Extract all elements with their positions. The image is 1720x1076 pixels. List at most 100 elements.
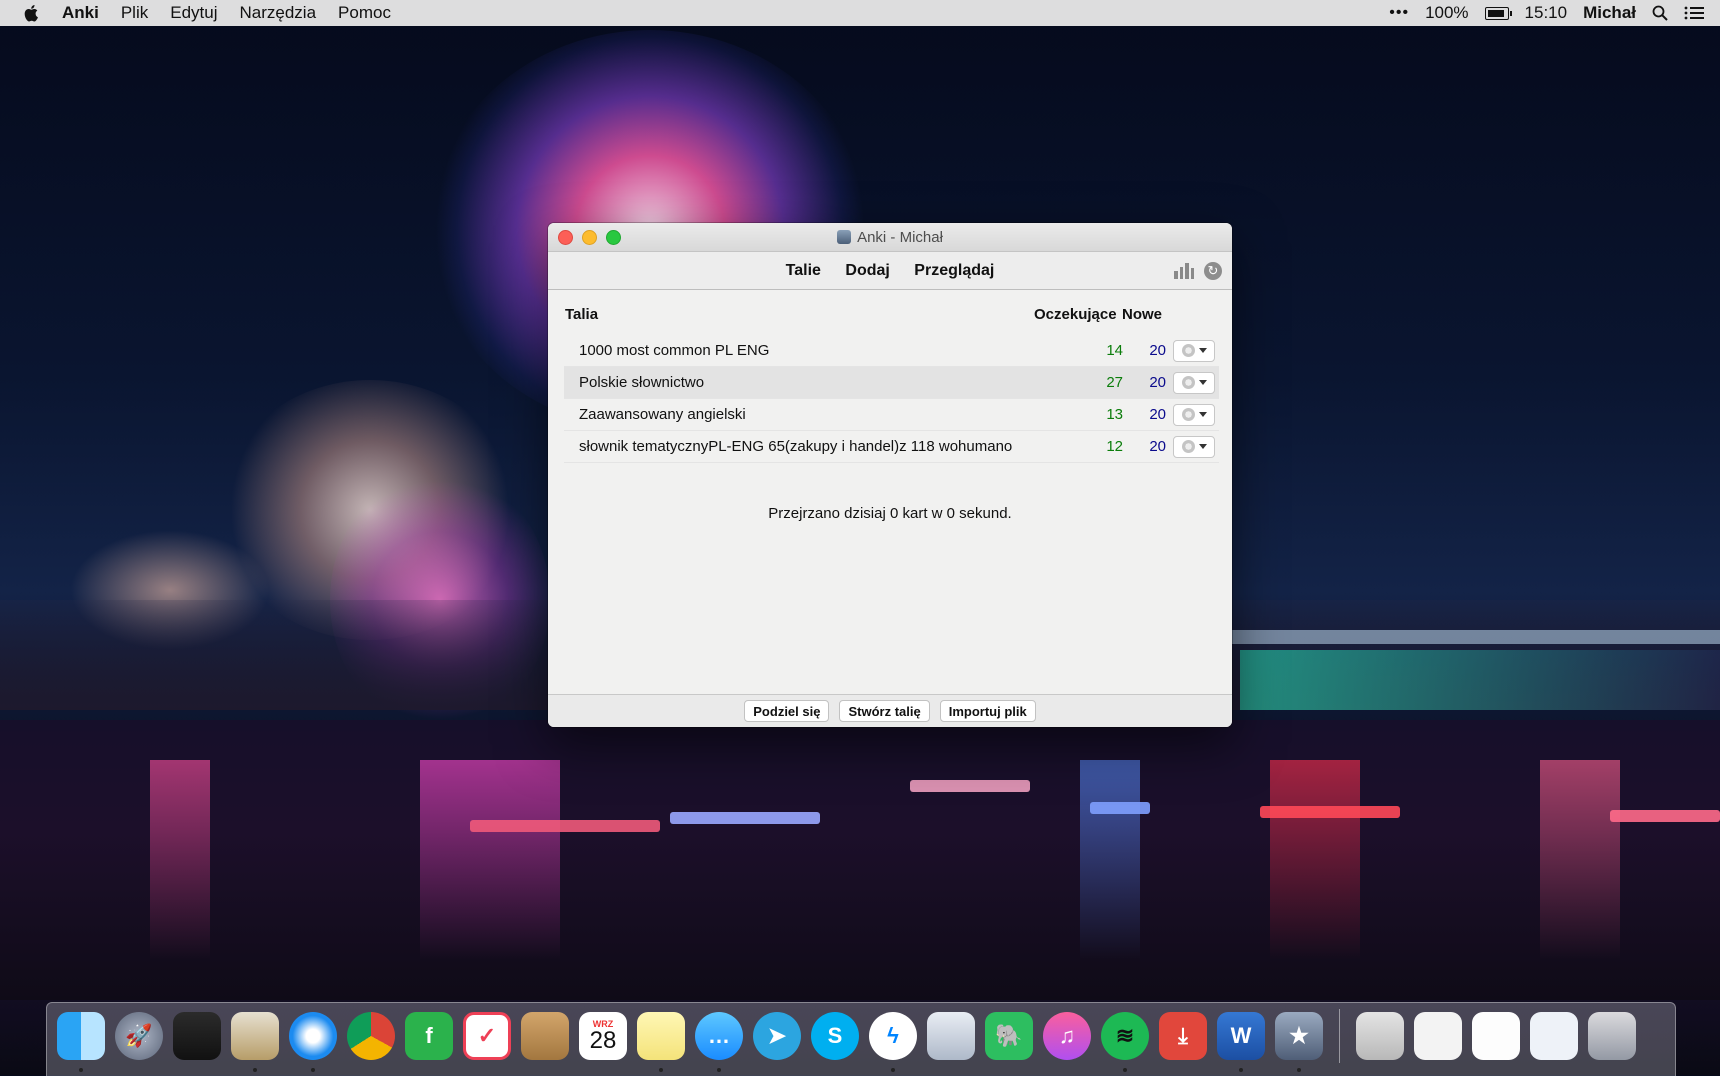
file-icon[interactable] <box>1472 1012 1520 1060</box>
messages-icon[interactable]: … <box>695 1012 743 1072</box>
create-deck-button[interactable]: Stwórz talię <box>839 700 930 722</box>
column-header-due: Oczekujące <box>1034 306 1117 323</box>
boat <box>470 820 660 832</box>
documents-folder-icon[interactable] <box>1356 1012 1404 1060</box>
water-reflection <box>420 760 560 960</box>
water-reflection <box>1270 760 1360 960</box>
feedly-icon[interactable]: f <box>405 1012 453 1060</box>
running-indicator <box>891 1068 895 1072</box>
document-icon[interactable] <box>1530 1012 1578 1060</box>
deck-name[interactable]: Zaawansowany angielski <box>579 406 746 423</box>
menu-file[interactable]: Plik <box>121 3 148 23</box>
chevron-down-icon <box>1198 412 1207 417</box>
boat <box>670 812 820 824</box>
deck-options-button[interactable] <box>1173 435 1215 458</box>
boat <box>1260 806 1400 818</box>
water-reflection <box>1540 760 1620 960</box>
launchpad-icon[interactable]: 🚀 <box>115 1012 163 1060</box>
pdf-icon[interactable]: ⤓ <box>1159 1012 1207 1060</box>
window-title: Anki - Michał <box>548 229 1232 246</box>
clock[interactable]: 15:10 <box>1525 3 1568 23</box>
deck-options-button[interactable] <box>1173 403 1215 426</box>
deck-row[interactable]: słownik tematycznyPL-ENG 65(zakupy i han… <box>564 431 1219 463</box>
battery-icon[interactable] <box>1484 6 1512 20</box>
battery-fill <box>1487 9 1504 17</box>
chevron-down-icon <box>1198 348 1207 353</box>
notes-icon[interactable] <box>637 1012 685 1072</box>
running-indicator <box>79 1068 83 1072</box>
calendar-icon[interactable]: WRZ 28 <box>579 1012 627 1060</box>
safari-icon[interactable] <box>289 1012 337 1072</box>
running-indicator <box>311 1068 315 1072</box>
deck-name[interactable]: 1000 most common PL ENG <box>579 342 769 359</box>
running-indicator <box>253 1068 257 1072</box>
evernote-icon[interactable]: 🐘 <box>985 1012 1033 1060</box>
pocket-icon[interactable]: ✓ <box>463 1012 511 1060</box>
menu-edit[interactable]: Edytuj <box>170 3 217 23</box>
boat <box>910 780 1030 792</box>
boat <box>1090 802 1150 814</box>
column-header-new: Nowe <box>1122 306 1163 323</box>
deck-name[interactable]: Polskie słownictwo <box>579 374 704 391</box>
anki-icon[interactable]: ★ <box>1275 1012 1323 1072</box>
bottom-bar: Podziel się Stwórz talię Importuj plik <box>548 694 1232 727</box>
spotify-icon[interactable]: ≋ <box>1101 1012 1149 1072</box>
dock-separator <box>1339 1009 1340 1063</box>
gear-icon <box>1181 376 1195 389</box>
telegram-icon[interactable]: ➤ <box>753 1012 801 1060</box>
notification-center-icon[interactable] <box>1684 5 1704 21</box>
study-summary: Przejrzano dzisiaj 0 kart w 0 sekund. <box>768 505 1012 522</box>
photo-booth-icon[interactable] <box>173 1012 221 1060</box>
stats-bar <box>1190 268 1194 279</box>
running-indicator <box>1123 1068 1127 1072</box>
deck-due-count: 13 <box>1106 406 1123 423</box>
menu-tools[interactable]: Narzędzia <box>240 3 317 23</box>
import-file-button[interactable]: Importuj plik <box>939 700 1036 722</box>
running-indicator <box>1297 1068 1301 1072</box>
contacts-icon[interactable] <box>521 1012 569 1060</box>
mail-icon[interactable] <box>231 1012 279 1072</box>
apple-menu-icon[interactable] <box>24 4 40 22</box>
toolbar-links: Talie Dodaj Przeglądaj <box>548 262 1232 280</box>
menu-bar: Anki Plik Edytuj Narzędzia Pomoc ••• 100… <box>0 0 1720 26</box>
deck-name[interactable]: słownik tematycznyPL-ENG 65(zakupy i han… <box>579 438 1012 455</box>
menu-app-name[interactable]: Anki <box>62 3 99 23</box>
finder-icon[interactable] <box>57 1012 105 1072</box>
anki-window: Anki - Michał Talie Dodaj Przeglądaj ↻ T… <box>548 223 1232 727</box>
deck-row[interactable]: 1000 most common PL ENG 14 20 <box>564 335 1219 367</box>
share-deck-button[interactable]: Podziel się <box>744 700 830 722</box>
menu-help[interactable]: Pomoc <box>338 3 391 23</box>
deck-options-button[interactable] <box>1173 371 1215 394</box>
skype-icon[interactable]: S <box>811 1012 859 1060</box>
gear-icon <box>1181 440 1195 453</box>
browse-link[interactable]: Przeglądaj <box>914 262 994 279</box>
battery-percent[interactable]: 100% <box>1425 3 1468 23</box>
messenger-icon[interactable]: ϟ <box>869 1012 917 1072</box>
trash-icon[interactable] <box>1588 1012 1636 1060</box>
title-bar[interactable]: Anki - Michał <box>548 223 1232 252</box>
stats-bar <box>1185 263 1189 279</box>
water <box>0 720 1720 1000</box>
chrome-icon[interactable] <box>347 1012 395 1060</box>
deck-new-count: 20 <box>1149 406 1166 423</box>
screenshot-icon[interactable] <box>1414 1012 1462 1060</box>
stats-icon[interactable] <box>1174 263 1194 279</box>
user-name[interactable]: Michał <box>1583 3 1636 23</box>
deck-due-count: 12 <box>1106 438 1123 455</box>
dock: 🚀 f ✓ WRZ 28 … ➤ S ϟ 🐘 ♫ ≋ ⤓ W ★ <box>46 1002 1676 1076</box>
toolbar: Talie Dodaj Przeglądaj ↻ <box>548 252 1232 290</box>
itunes-icon[interactable]: ♫ <box>1043 1012 1091 1060</box>
sync-icon[interactable]: ↻ <box>1204 262 1222 280</box>
decks-link[interactable]: Talie <box>786 262 821 279</box>
deck-options-button[interactable] <box>1173 339 1215 362</box>
chevron-down-icon <box>1198 380 1207 385</box>
preview-icon[interactable] <box>927 1012 975 1060</box>
deck-row[interactable]: Zaawansowany angielski 13 20 <box>564 399 1219 431</box>
deck-due-count: 27 <box>1106 374 1123 391</box>
spotlight-search-icon[interactable] <box>1652 5 1668 21</box>
more-icon[interactable]: ••• <box>1389 4 1409 22</box>
deck-row[interactable]: Polskie słownictwo 27 20 <box>564 367 1219 399</box>
add-link[interactable]: Dodaj <box>845 262 889 279</box>
word-icon[interactable]: W <box>1217 1012 1265 1072</box>
chevron-down-icon <box>1198 444 1207 449</box>
